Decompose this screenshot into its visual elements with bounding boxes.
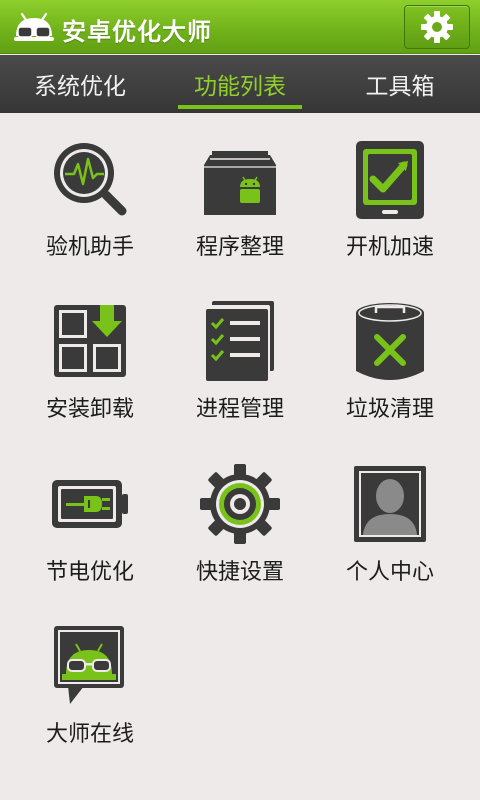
feature-label: 安装卸载 bbox=[45, 397, 134, 422]
android-chat-icon bbox=[54, 626, 124, 704]
feature-label: 个人中心 bbox=[345, 560, 434, 585]
feature-junk-clean[interactable]: 垃圾清理 bbox=[310, 275, 470, 437]
feature-process-manage[interactable]: 进程管理 bbox=[160, 275, 320, 437]
magnifier-pulse-icon bbox=[54, 143, 127, 216]
app-title: 安卓优化大师 bbox=[62, 18, 212, 46]
feature-boot-speedup[interactable]: 开机加速 bbox=[310, 113, 470, 275]
feature-grid: 验机助手 程序整理 开机加速 安装卸载 进程管理 垃圾清理 节电优化 快捷设置 … bbox=[0, 113, 480, 800]
feature-label: 验机助手 bbox=[45, 235, 134, 260]
feature-label: 快捷设置 bbox=[195, 560, 284, 585]
feature-label: 大师在线 bbox=[45, 722, 134, 747]
feature-label: 开机加速 bbox=[345, 235, 434, 260]
tab-feature-list[interactable]: 功能列表 bbox=[160, 55, 320, 113]
settings-button[interactable] bbox=[404, 5, 470, 49]
checklist-icon bbox=[206, 301, 274, 381]
feature-label: 程序整理 bbox=[195, 235, 284, 260]
tab-toolbox[interactable]: 工具箱 bbox=[320, 55, 480, 113]
tab-bar: 系统优化 功能列表 工具箱 bbox=[0, 55, 480, 113]
feature-personal-center[interactable]: 个人中心 bbox=[310, 438, 470, 600]
tab-system-optimize[interactable]: 系统优化 bbox=[0, 55, 160, 113]
title-bar: 安卓优化大师 bbox=[0, 0, 480, 54]
feature-power-saving[interactable]: 节电优化 bbox=[10, 438, 170, 600]
grid-download-icon bbox=[54, 305, 126, 377]
battery-plug-icon bbox=[52, 480, 128, 528]
feature-device-check[interactable]: 验机助手 bbox=[10, 113, 170, 275]
feature-label: 进程管理 bbox=[195, 397, 284, 422]
feature-master-online[interactable]: 大师在线 bbox=[10, 600, 170, 762]
android-glasses-logo-icon bbox=[14, 12, 54, 41]
feature-quick-settings[interactable]: 快捷设置 bbox=[160, 438, 320, 600]
gear-target-icon bbox=[200, 464, 280, 544]
app-root: 安卓优化大师 系统优化 功能列表 工具箱 验机助手 程序整理 开机加速 安装卸载… bbox=[0, 0, 480, 800]
android-box-icon bbox=[204, 151, 276, 215]
profile-icon bbox=[354, 466, 426, 542]
feature-label: 节电优化 bbox=[45, 560, 134, 585]
trash-can-icon bbox=[356, 303, 424, 380]
tablet-arrow-icon bbox=[356, 141, 424, 219]
feature-label: 垃圾清理 bbox=[345, 397, 434, 422]
feature-install-uninstall[interactable]: 安装卸载 bbox=[10, 275, 170, 437]
feature-app-organize[interactable]: 程序整理 bbox=[160, 113, 320, 275]
gear-icon bbox=[421, 11, 453, 43]
